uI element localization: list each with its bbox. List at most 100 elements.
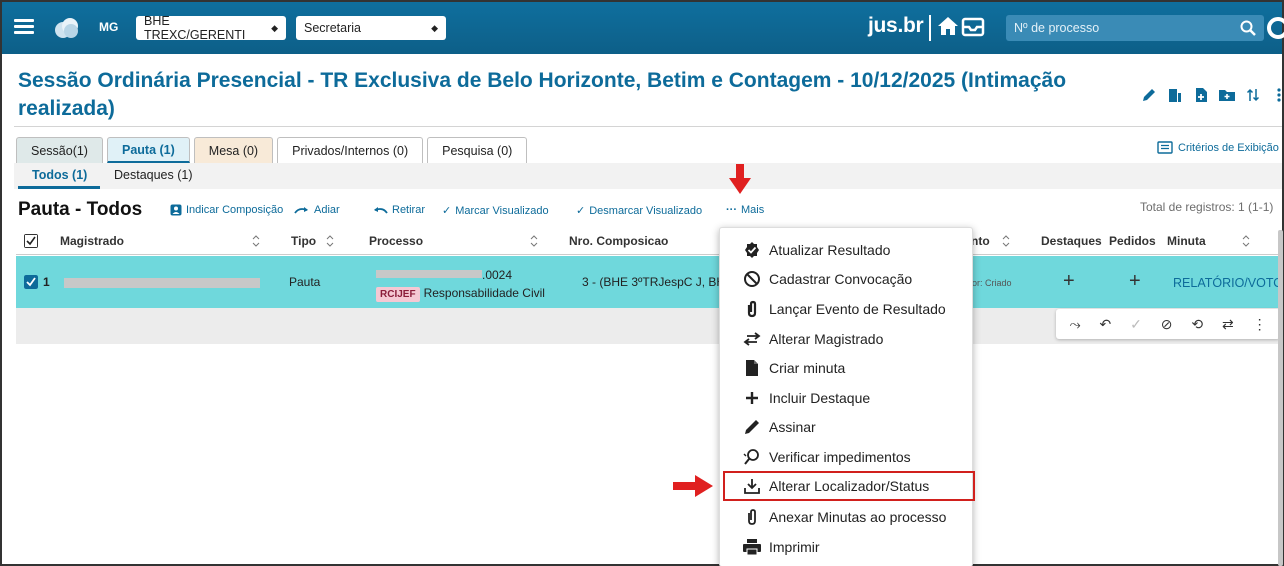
edit-icon[interactable] <box>1140 86 1158 104</box>
col-nro-composicao[interactable]: Nro. Composicao <box>569 234 668 248</box>
check-icon: ✓ <box>576 205 586 217</box>
menu-item-cadastrar-convocacao[interactable]: Cadastrar Convocação <box>720 266 972 292</box>
check-icon[interactable]: ✓ <box>1130 316 1142 333</box>
menu-icon[interactable] <box>14 19 34 35</box>
more-vertical-icon[interactable]: ⋮ <box>1253 316 1267 333</box>
menu-item-incluir-destaque[interactable]: Incluir Destaque <box>720 385 972 411</box>
menu-item-verificar-impedimentos[interactable]: Verificar impedimentos <box>720 444 972 470</box>
menu-item-lancar-evento[interactable]: Lançar Evento de Resultado <box>720 296 972 322</box>
brand-logo: jus.br <box>868 14 924 37</box>
subtab-todos[interactable]: Todos (1) <box>32 168 87 182</box>
file-icon <box>742 359 762 377</box>
col-magistrado[interactable]: Magistrado <box>60 234 124 248</box>
uf-label: MG <box>99 20 119 34</box>
sort-icon[interactable] <box>252 234 260 248</box>
top-bar: MG BHE TREXC/GERENTI ◆ Secretaria ◆ jus.br… <box>2 2 1284 54</box>
redacted-processo <box>376 270 482 278</box>
mais-dropdown-menu: Atualizar Resultado Cadastrar Convocação… <box>719 227 975 566</box>
criterios-exibicao-link[interactable]: Critérios de Exibição <box>1157 141 1279 154</box>
adiar-button[interactable]: Adiar <box>294 204 340 216</box>
col-processo[interactable]: Processo <box>369 234 423 248</box>
ban-icon[interactable]: ⊘ <box>1161 316 1173 333</box>
app-logo-icon <box>55 18 78 38</box>
table-row[interactable]: 1 Pauta .0024 RCIJEF Responsabilidade Civ… <box>16 256 1283 308</box>
inbox-icon[interactable] <box>961 17 985 37</box>
badge-check-icon <box>742 241 762 259</box>
retirar-button[interactable]: Retirar <box>372 204 425 216</box>
menu-item-imprimir[interactable]: Imprimir <box>720 534 972 560</box>
subtab-destaques[interactable]: Destaques (1) <box>114 168 193 182</box>
tab-mesa[interactable]: Mesa (0) <box>193 137 274 163</box>
search-icon[interactable] <box>1240 20 1256 36</box>
history-icon[interactable]: ⟲ <box>1191 316 1203 333</box>
indicar-composicao-button[interactable]: Indicar Composição <box>170 204 283 216</box>
row-assunto: Responsabilidade Civil <box>423 286 545 300</box>
plus-icon <box>742 390 762 406</box>
folder-add-icon[interactable] <box>1218 86 1236 104</box>
divider <box>14 126 1282 127</box>
menu-item-assinar[interactable]: Assinar <box>720 414 972 440</box>
undo-arrow-icon <box>374 207 388 214</box>
swap-icon[interactable]: ⇄ <box>1222 316 1234 333</box>
sort-icon[interactable] <box>1002 234 1010 248</box>
tab-pauta[interactable]: Pauta (1) <box>106 137 190 163</box>
row-checkbox[interactable] <box>24 275 38 289</box>
tab-sessao[interactable]: Sessão(1) <box>16 137 103 163</box>
row-composicao: 3 - (BHE 3ºTRJespC J, BH <box>582 275 726 289</box>
menu-item-atualizar-resultado[interactable]: Atualizar Resultado <box>720 237 972 263</box>
col-tipo[interactable]: Tipo <box>291 234 316 248</box>
table-header: Magistrado Tipo Processo Nro. Composicao… <box>16 228 1282 255</box>
tab-pesquisa[interactable]: Pesquisa (0) <box>427 137 528 163</box>
col-minuta[interactable]: Minuta <box>1167 234 1206 248</box>
sort-icon[interactable] <box>1242 234 1250 248</box>
menu-item-anexar-minutas[interactable]: Anexar Minutas ao processo <box>720 504 972 530</box>
undo-arrow-icon[interactable]: ↶ <box>1100 316 1112 333</box>
download-tray-icon <box>742 477 762 495</box>
secretaria-select[interactable]: Secretaria ◆ <box>296 16 446 40</box>
list-icon <box>1157 141 1173 154</box>
add-destaque-button[interactable]: + <box>1063 270 1075 293</box>
marcar-visualizado-button[interactable]: ✓ Marcar Visualizado <box>442 204 549 218</box>
mais-button[interactable]: ··· Mais <box>726 204 764 216</box>
sort-icon[interactable] <box>530 234 538 248</box>
chevron-down-icon: ◆ <box>271 22 278 33</box>
row-number: 1 <box>43 275 50 289</box>
exit-door-icon[interactable] <box>1166 86 1184 104</box>
user-avatar-icon[interactable] <box>1266 16 1284 40</box>
annotation-arrow-down-icon <box>729 164 751 194</box>
minuta-link[interactable]: RELATÓRIO/VOTO <box>1173 276 1283 290</box>
redo-arrow-icon[interactable]: ⤳ <box>1069 316 1080 333</box>
menu-item-alterar-magistrado[interactable]: Alterar Magistrado <box>720 326 972 352</box>
menu-item-alterar-localizador[interactable]: Alterar Localizador/Status <box>723 471 975 501</box>
menu-item-criar-minuta[interactable]: Criar minuta <box>720 355 972 381</box>
select-all-checkbox[interactable] <box>24 234 38 248</box>
swap-icon <box>742 332 762 346</box>
check-icon: ✓ <box>442 205 452 217</box>
main-tabs: Sessão(1) Pauta (1) Mesa (0) Privados/In… <box>16 137 528 163</box>
add-pedido-button[interactable]: + <box>1129 270 1141 293</box>
printer-icon <box>742 538 762 556</box>
col-resultado[interactable]: nto <box>971 234 990 248</box>
search-person-icon <box>742 448 762 466</box>
file-add-icon[interactable] <box>1192 86 1210 104</box>
paperclip-icon <box>742 300 762 318</box>
title-actions <box>1140 86 1284 104</box>
processo-link[interactable]: .0024 <box>482 268 512 282</box>
row-resultado: or: Criado <box>972 278 1012 288</box>
sort-icon[interactable] <box>326 234 334 248</box>
tab-privados[interactable]: Privados/Internos (0) <box>277 137 424 163</box>
home-icon[interactable] <box>937 16 959 36</box>
col-destaques[interactable]: Destaques <box>1041 234 1102 248</box>
divider <box>929 15 931 41</box>
more-horizontal-icon: ··· <box>726 204 737 216</box>
orgao-select[interactable]: BHE TREXC/GERENTI ◆ <box>136 14 286 42</box>
chevron-down-icon: ◆ <box>431 22 438 33</box>
more-vertical-icon[interactable] <box>1270 86 1284 104</box>
scrollbar[interactable] <box>1278 230 1283 566</box>
col-pedidos[interactable]: Pedidos <box>1109 234 1156 248</box>
desmarcar-visualizado-button[interactable]: ✓ Desmarcar Visualizado <box>576 204 702 218</box>
active-tab-indicator <box>18 186 100 189</box>
subtabs-bar <box>14 163 1282 189</box>
sort-arrows-icon[interactable] <box>1244 86 1262 104</box>
process-search-input[interactable]: Nº de processo <box>1006 15 1264 41</box>
